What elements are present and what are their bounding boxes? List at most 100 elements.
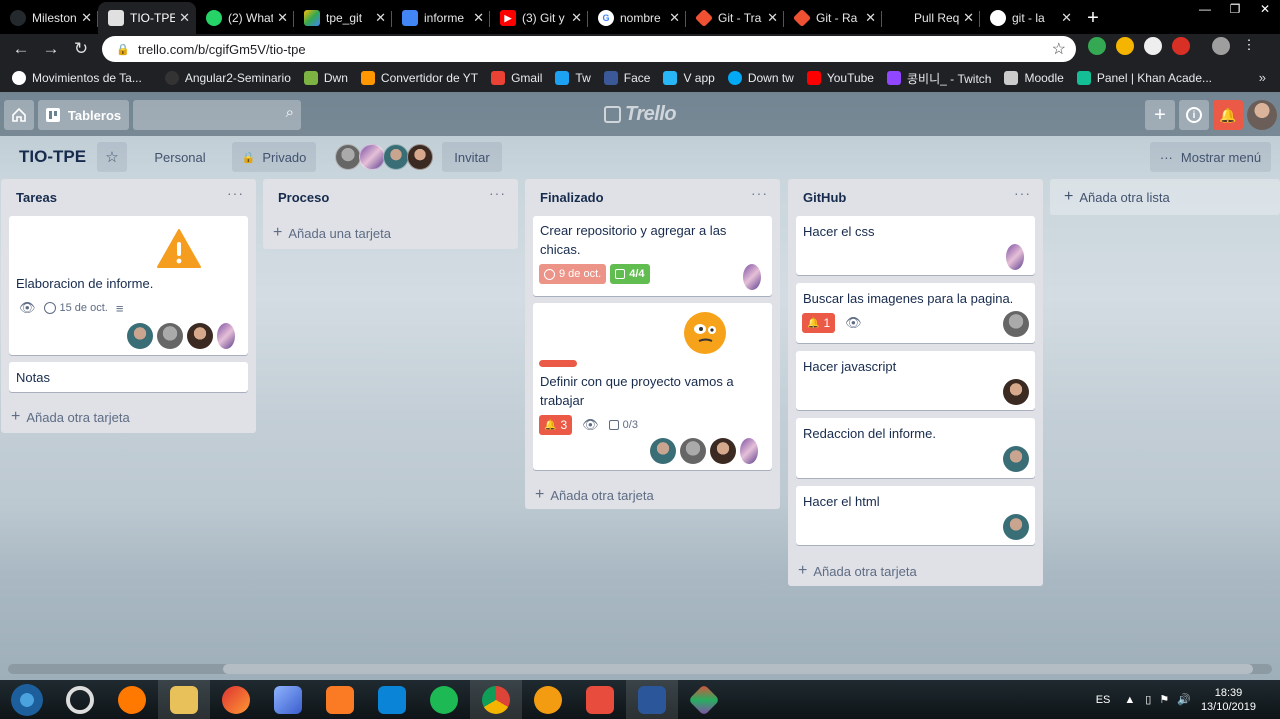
taskbar-app[interactable] (574, 680, 626, 719)
browser-tab[interactable]: tpe_git ✕ (294, 2, 392, 34)
browser-tab[interactable]: Milestone ✕ (0, 2, 98, 34)
close-tab-icon[interactable]: ✕ (571, 10, 582, 26)
member-avatar[interactable] (187, 323, 213, 349)
extension-red-icon[interactable] (1172, 37, 1190, 55)
close-tab-icon[interactable]: ✕ (375, 10, 386, 26)
browser-tab[interactable]: git - la ✕ (980, 2, 1078, 34)
minimize-icon[interactable]: — (1190, 0, 1220, 18)
member-avatar[interactable] (359, 144, 385, 170)
taskbar-app[interactable] (678, 680, 730, 719)
board-title[interactable]: TIO-TPE (19, 147, 86, 167)
close-tab-icon[interactable]: ✕ (865, 10, 876, 26)
close-tab-icon[interactable]: ✕ (1061, 10, 1072, 26)
menu-dots-icon[interactable]: ⋮ (1240, 37, 1258, 55)
member-avatar[interactable] (1003, 446, 1029, 472)
add-card-button[interactable]: + Añada una tarjeta (273, 224, 391, 242)
card-elaboracion-informe[interactable]: Elaboracion de informe. 👁 15 de oct. ≡ (9, 216, 248, 355)
start-button[interactable] (0, 680, 54, 719)
scrollbar-thumb[interactable] (223, 664, 1253, 674)
taskbar-app[interactable] (158, 680, 210, 719)
member-avatar[interactable] (383, 144, 409, 170)
member-avatar[interactable] (680, 438, 706, 464)
bookmark-item[interactable]: YouTube (806, 71, 874, 85)
add-card-button[interactable]: + Añada otra tarjeta (11, 408, 130, 426)
invite-button[interactable]: Invitar (442, 142, 502, 172)
member-avatar[interactable] (650, 438, 676, 464)
browser-tab[interactable]: informe ✕ (392, 2, 490, 34)
list-title[interactable]: Tareas (16, 190, 57, 205)
list-title[interactable]: Proceso (278, 190, 329, 205)
card-redaccion-informe[interactable]: Redaccion del informe. (796, 418, 1035, 478)
language-indicator[interactable]: ES (1096, 694, 1111, 706)
browser-tab[interactable]: Gnombre ✕ (588, 2, 686, 34)
member-avatar[interactable] (1006, 244, 1024, 270)
close-window-icon[interactable]: ✕ (1250, 0, 1280, 18)
url-field[interactable]: 🔒 trello.com/b/cgifGm5V/tio-tpe ☆ (102, 36, 1076, 62)
member-avatar[interactable] (407, 144, 433, 170)
taskbar-app[interactable] (522, 680, 574, 719)
star-board-button[interactable]: ☆ (97, 142, 127, 172)
extension-shield-icon[interactable] (1088, 37, 1106, 55)
taskbar-app[interactable] (54, 680, 106, 719)
close-tab-icon[interactable]: ✕ (81, 10, 92, 26)
trello-logo[interactable]: Trello (604, 103, 677, 126)
boards-button[interactable]: Tableros (38, 100, 129, 130)
board-horizontal-scrollbar[interactable] (8, 664, 1272, 674)
home-button[interactable] (4, 100, 34, 130)
card-crear-repositorio[interactable]: Crear repositorio y agregar a las chicas… (533, 216, 772, 296)
bookmark-item[interactable]: Dwn (303, 71, 348, 85)
add-card-button[interactable]: + Añada otra tarjeta (798, 562, 917, 580)
card-buscar-imagenes[interactable]: Buscar las imagenes para la pagina. 🔔 1 … (796, 283, 1035, 343)
info-button[interactable]: i (1179, 100, 1209, 130)
back-arrow-icon[interactable]: ← (6, 39, 36, 59)
bookmark-item[interactable]: 콩비니_ - Twitch (886, 70, 991, 87)
bookmark-item[interactable]: Panel | Khan Acade... (1076, 71, 1212, 85)
reload-icon[interactable]: ↻ (66, 39, 96, 59)
notifications-button[interactable]: 🔔 (1213, 100, 1243, 130)
taskbar-app[interactable] (366, 680, 418, 719)
taskbar-app[interactable] (314, 680, 366, 719)
browser-tab[interactable]: Pull Req ✕ (882, 2, 980, 34)
member-avatar[interactable] (335, 144, 361, 170)
close-tab-icon[interactable]: ✕ (669, 10, 680, 26)
flag-icon[interactable]: ⚑ (1159, 693, 1169, 706)
list-menu-icon[interactable]: ··· (751, 185, 768, 201)
taskbar-app[interactable] (418, 680, 470, 719)
browser-tab[interactable]: Git - Tra ✕ (686, 2, 784, 34)
card-hacer-html[interactable]: Hacer el html (796, 486, 1035, 545)
taskbar-app[interactable] (262, 680, 314, 719)
bookmark-item[interactable]: Movimientos de Ta... (12, 71, 142, 85)
bookmark-star-icon[interactable]: ☆ (1052, 39, 1066, 59)
close-tab-icon[interactable]: ✕ (473, 10, 484, 26)
close-tab-icon[interactable]: ✕ (963, 10, 974, 26)
list-title[interactable]: GitHub (803, 190, 846, 205)
create-button[interactable]: + (1145, 100, 1175, 130)
member-avatar[interactable] (1003, 514, 1029, 540)
bookmark-item[interactable]: Down tw (727, 71, 794, 85)
bookmark-item[interactable]: Convertidor de YT (360, 71, 478, 85)
browser-tab[interactable]: Git - Ra ✕ (784, 2, 882, 34)
maximize-icon[interactable]: ❐ (1220, 0, 1250, 18)
list-menu-icon[interactable]: ··· (489, 185, 506, 201)
show-menu-button[interactable]: ··· Mostrar menú (1150, 142, 1271, 172)
new-tab-button[interactable]: + (1078, 2, 1108, 34)
close-tab-icon[interactable]: ✕ (767, 10, 778, 26)
extension-circle-icon[interactable] (1144, 37, 1162, 55)
taskbar-app[interactable] (470, 680, 522, 719)
browser-tab[interactable]: ▶ (3) Git y ✕ (490, 2, 588, 34)
extension-key-icon[interactable] (1116, 37, 1134, 55)
member-avatar[interactable] (710, 438, 736, 464)
taskbar-app[interactable] (106, 680, 158, 719)
bookmark-item[interactable]: V app (663, 71, 715, 85)
list-menu-icon[interactable]: ··· (1014, 185, 1031, 201)
member-avatar[interactable] (217, 323, 235, 349)
card-hacer-javascript[interactable]: Hacer javascript (796, 351, 1035, 410)
show-hidden-icons-icon[interactable]: ▲ (1124, 694, 1135, 706)
browser-tab-active[interactable]: TIO-TPE ✕ (98, 2, 196, 34)
bookmark-item[interactable]: Moodle (1004, 71, 1064, 85)
close-tab-icon[interactable]: ✕ (179, 10, 190, 26)
list-menu-icon[interactable]: ··· (227, 185, 244, 201)
team-button[interactable]: Personal (141, 142, 219, 172)
bookmark-item[interactable]: Gmail (491, 71, 542, 85)
bookmark-item[interactable]: Angular2-Seminario (164, 71, 291, 85)
